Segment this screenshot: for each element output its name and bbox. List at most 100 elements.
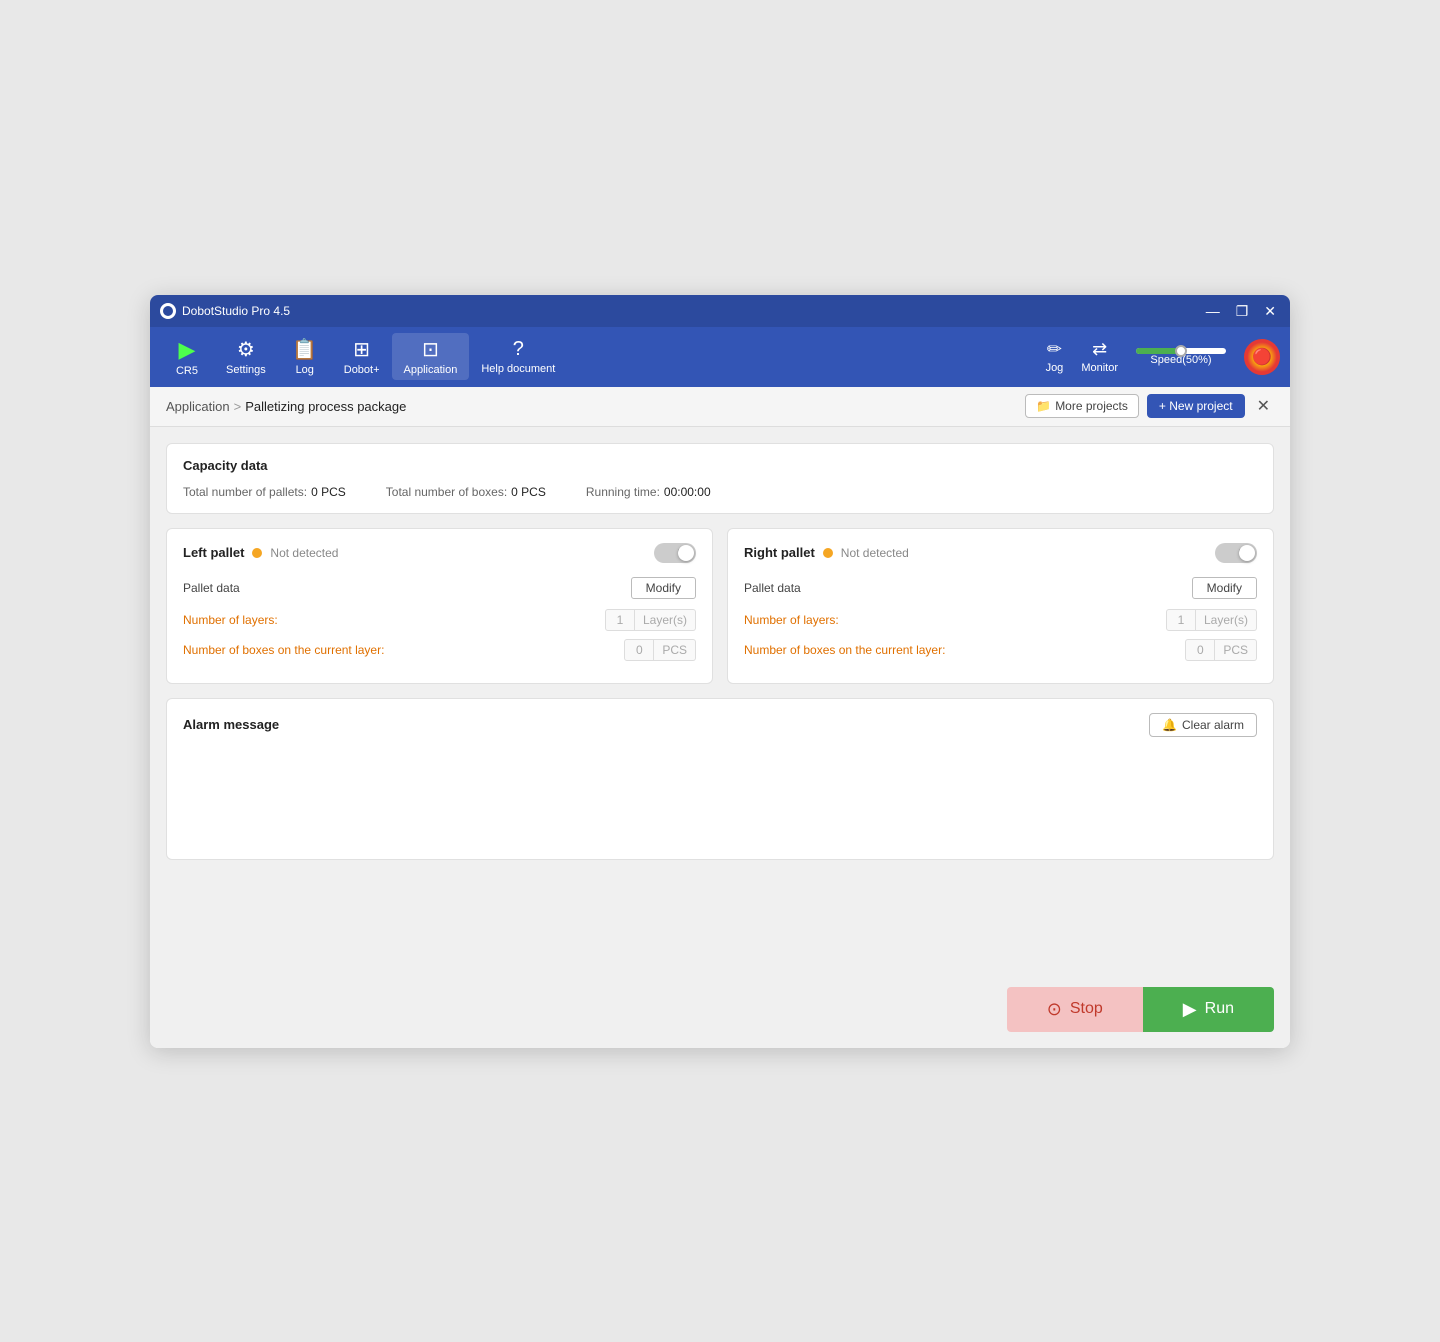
left-layers-value: 1 bbox=[605, 609, 635, 631]
breadcrumb-actions: 📁 More projects + New project ✕ bbox=[1025, 394, 1274, 418]
folder-icon: 📁 bbox=[1036, 399, 1051, 413]
right-layers-input: 1 Layer(s) bbox=[1166, 609, 1257, 631]
left-pallet-header: Left pallet Not detected Off bbox=[183, 543, 696, 563]
right-layers-label: Number of layers: bbox=[744, 613, 839, 627]
clear-alarm-label: Clear alarm bbox=[1182, 718, 1244, 732]
stop-icon: ⊙ bbox=[1047, 999, 1062, 1020]
right-toggle-thumb bbox=[1239, 545, 1255, 561]
app-logo bbox=[160, 303, 176, 319]
left-pallet-toggle[interactable]: Off bbox=[654, 543, 696, 563]
toolbar-item-application[interactable]: ⊡ Application bbox=[392, 333, 470, 380]
run-icon: ▶ bbox=[1183, 999, 1197, 1020]
right-pallet-header: Right pallet Not detected Off bbox=[744, 543, 1257, 563]
left-pallet-data-label: Pallet data bbox=[183, 581, 240, 595]
help-label: Help document bbox=[481, 363, 555, 375]
left-pallet-status-text: Not detected bbox=[270, 546, 338, 560]
log-label: Log bbox=[296, 364, 314, 376]
toolbar-item-log[interactable]: 📋 Log bbox=[278, 333, 332, 380]
window-title: DobotStudio Pro 4.5 bbox=[182, 304, 1202, 318]
monitor-icon: ⇄ bbox=[1092, 339, 1107, 360]
right-pallet-title: Right pallet bbox=[744, 545, 815, 560]
left-boxes-row: Number of boxes on the current layer: 0 … bbox=[183, 639, 696, 661]
jog-label: Jog bbox=[1046, 362, 1064, 374]
left-boxes-value: 0 bbox=[624, 639, 654, 661]
right-pallet-modify-button[interactable]: Modify bbox=[1192, 577, 1257, 599]
toolbar-item-help[interactable]: ? Help document bbox=[469, 334, 567, 379]
run-button[interactable]: ▶ Run bbox=[1143, 987, 1274, 1032]
alarm-title: Alarm message bbox=[183, 717, 279, 732]
total-boxes-value: 0 PCS bbox=[511, 485, 546, 499]
right-boxes-unit: PCS bbox=[1215, 639, 1257, 661]
left-boxes-unit: PCS bbox=[654, 639, 696, 661]
right-layers-unit: Layer(s) bbox=[1196, 609, 1257, 631]
right-layers-row: Number of layers: 1 Layer(s) bbox=[744, 609, 1257, 631]
capacity-card: Capacity data Total number of pallets: 0… bbox=[166, 443, 1274, 514]
toolbar-item-settings[interactable]: ⚙ Settings bbox=[214, 333, 278, 380]
right-pallet-title-group: Right pallet Not detected bbox=[744, 545, 909, 560]
toolbar-item-crs[interactable]: ▶ CR5 bbox=[160, 333, 214, 381]
breadcrumb-parent[interactable]: Application bbox=[166, 399, 230, 414]
jog-icon: ✏ bbox=[1047, 339, 1062, 360]
main-content: Capacity data Total number of pallets: 0… bbox=[150, 427, 1290, 987]
left-pallet-title: Left pallet bbox=[183, 545, 244, 560]
pallets-row: Left pallet Not detected Off Pallet data… bbox=[166, 528, 1274, 684]
crs-label: CR5 bbox=[176, 365, 198, 377]
stop-button[interactable]: ⊙ Stop bbox=[1007, 987, 1143, 1032]
total-pallets-value: 0 PCS bbox=[311, 485, 346, 499]
left-boxes-input: 0 PCS bbox=[624, 639, 696, 661]
right-pallet-toggle[interactable]: Off bbox=[1215, 543, 1257, 563]
restore-button[interactable]: ❐ bbox=[1232, 304, 1253, 318]
settings-icon: ⚙ bbox=[237, 337, 255, 362]
speed-slider[interactable] bbox=[1136, 348, 1226, 354]
alarm-card: Alarm message 🔔 Clear alarm bbox=[166, 698, 1274, 860]
help-icon: ? bbox=[513, 338, 524, 361]
new-project-button[interactable]: + New project bbox=[1147, 394, 1245, 418]
application-icon: ⊡ bbox=[422, 337, 439, 362]
right-boxes-label: Number of boxes on the current layer: bbox=[744, 643, 945, 657]
right-pallet-data-label: Pallet data bbox=[744, 581, 801, 595]
log-icon: 📋 bbox=[292, 337, 317, 362]
breadcrumb: Application > Palletizing process packag… bbox=[166, 399, 406, 414]
right-layers-value: 1 bbox=[1166, 609, 1196, 631]
close-page-button[interactable]: ✕ bbox=[1253, 396, 1274, 416]
app-window: DobotStudio Pro 4.5 — ❐ ✕ ▶ CR5 ⚙ Settin… bbox=[150, 295, 1290, 1048]
clear-alarm-button[interactable]: 🔔 Clear alarm bbox=[1149, 713, 1257, 737]
emergency-stop-button[interactable]: 🔴 bbox=[1244, 339, 1280, 375]
window-controls: — ❐ ✕ bbox=[1202, 304, 1280, 318]
right-pallet-status-dot bbox=[823, 548, 833, 558]
jog-button[interactable]: ✏ Jog bbox=[1046, 339, 1064, 374]
close-window-button[interactable]: ✕ bbox=[1260, 304, 1280, 318]
speed-slider-thumb bbox=[1175, 345, 1187, 357]
left-pallet-title-group: Left pallet Not detected bbox=[183, 545, 338, 560]
total-pallets-item: Total number of pallets: 0 PCS bbox=[183, 485, 346, 499]
left-layers-input: 1 Layer(s) bbox=[605, 609, 696, 631]
left-toggle-thumb bbox=[678, 545, 694, 561]
left-layers-row: Number of layers: 1 Layer(s) bbox=[183, 609, 696, 631]
bottom-bar: ⊙ Stop ▶ Run bbox=[150, 987, 1290, 1048]
settings-label: Settings bbox=[226, 364, 266, 376]
minimize-button[interactable]: — bbox=[1202, 304, 1224, 318]
total-boxes-label: Total number of boxes: bbox=[386, 485, 507, 499]
left-pallet-modify-button[interactable]: Modify bbox=[631, 577, 696, 599]
running-time-value: 00:00:00 bbox=[664, 485, 711, 499]
speed-control[interactable]: Speed(50%) bbox=[1136, 348, 1226, 366]
speed-slider-wrap[interactable] bbox=[1136, 348, 1226, 354]
right-pallet-card: Right pallet Not detected Off Pallet dat… bbox=[727, 528, 1274, 684]
emergency-icon: 🔴 bbox=[1252, 347, 1272, 367]
application-label: Application bbox=[404, 364, 458, 376]
monitor-button[interactable]: ⇄ Monitor bbox=[1081, 339, 1118, 374]
more-projects-button[interactable]: 📁 More projects bbox=[1025, 394, 1139, 418]
monitor-label: Monitor bbox=[1081, 362, 1118, 374]
left-pallet-status-dot bbox=[252, 548, 262, 558]
alarm-content bbox=[183, 745, 1257, 845]
right-pallet-data-row: Pallet data Modify bbox=[744, 577, 1257, 599]
left-layers-label: Number of layers: bbox=[183, 613, 278, 627]
running-time-label: Running time: bbox=[586, 485, 660, 499]
total-boxes-item: Total number of boxes: 0 PCS bbox=[386, 485, 546, 499]
capacity-row: Total number of pallets: 0 PCS Total num… bbox=[183, 485, 1257, 499]
title-bar: DobotStudio Pro 4.5 — ❐ ✕ bbox=[150, 295, 1290, 327]
toolbar-item-dobot-plus[interactable]: ⊞ Dobot+ bbox=[332, 333, 392, 380]
right-boxes-value: 0 bbox=[1185, 639, 1215, 661]
capacity-title: Capacity data bbox=[183, 458, 1257, 473]
breadcrumb-current: Palletizing process package bbox=[245, 399, 406, 414]
